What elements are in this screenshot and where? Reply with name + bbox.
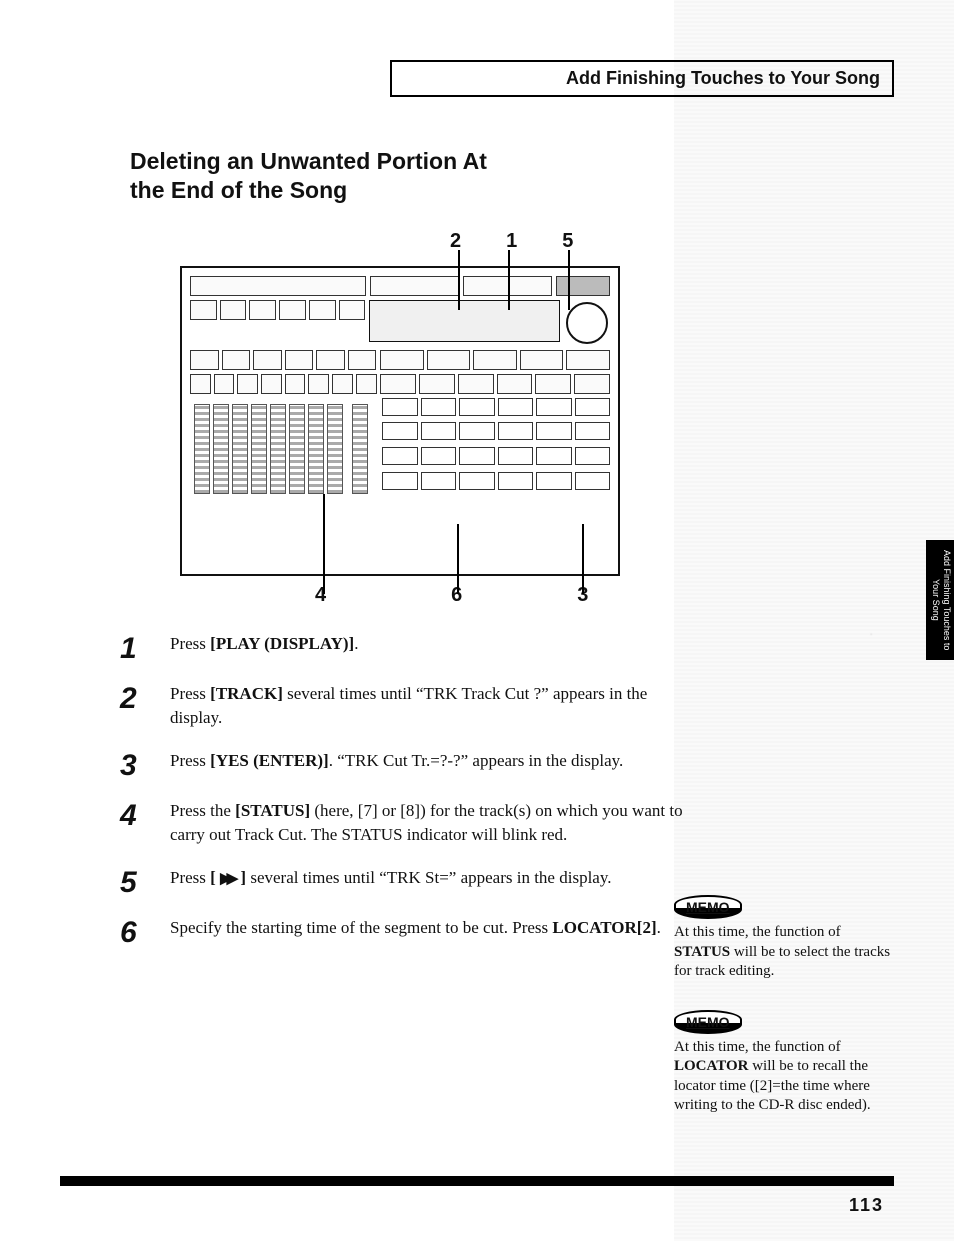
step-number: 1 — [120, 632, 160, 664]
device-screen-icon — [369, 300, 560, 342]
memo-sidebar: MEMO At this time, the function of STATUS… — [674, 895, 894, 1144]
step-text: Press the — [170, 801, 235, 820]
step-body: Press [ ▶▶ ] several times until “TRK St… — [160, 866, 690, 891]
memo-text: At this time, the function of LOCATOR wi… — [674, 1038, 894, 1116]
step-number: 2 — [120, 682, 160, 714]
memo-text-part: LOCATOR — [674, 1058, 748, 1074]
step-body: Press [PLAY (DISPLAY)]. — [160, 632, 690, 657]
step-text: Specify the starting time of the segment… — [170, 918, 552, 937]
step: 4Press the [STATUS] (here, [7] or [8]) f… — [120, 799, 690, 848]
step-body: Press [YES (ENTER)]. “TRK Cut Tr.=?-?” a… — [160, 749, 690, 774]
device-diagram: 2 1 5 — [180, 230, 620, 612]
step: 5Press [ ▶▶ ] several times until “TRK S… — [120, 866, 690, 898]
steps-list: 1Press [PLAY (DISPLAY)].2Press [TRACK] s… — [120, 632, 690, 949]
step-text: Press — [170, 684, 210, 703]
step-number: 6 — [120, 916, 160, 948]
jog-wheel-icon — [566, 302, 608, 344]
fader-bank-icon — [190, 404, 372, 494]
memo-text-part: At this time, the function of — [674, 1039, 841, 1055]
callout-lead-1 — [508, 250, 510, 310]
memo-text: At this time, the function of STATUS wil… — [674, 923, 894, 982]
step: 6 Specify the starting time of the segmen… — [120, 916, 690, 948]
step-text: . — [354, 634, 358, 653]
step-number: 5 — [120, 866, 160, 898]
step-text: [YES (ENTER)] — [210, 751, 329, 770]
callout-lead-5 — [568, 250, 570, 310]
step-text: . — [657, 918, 661, 937]
callout-row-top: 2 1 5 — [180, 230, 620, 266]
step-text: Press — [170, 634, 210, 653]
step-text: several times until “TRK St=” appears in… — [246, 868, 611, 887]
step-text: ] — [236, 868, 246, 887]
step-text: [ — [210, 868, 220, 887]
step-number: 3 — [120, 749, 160, 781]
memo: MEMO At this time, the function of STATUS… — [674, 895, 894, 982]
device-panel-illustration — [180, 266, 620, 576]
chapter-header-box: Add Finishing Touches to Your Song — [390, 60, 894, 97]
page-number: 113 — [849, 1195, 884, 1216]
step-body: Specify the starting time of the segment… — [160, 916, 690, 941]
section-title: Deleting an Unwanted Portion At the End … — [130, 147, 490, 205]
step: 2Press [TRACK] several times until “TRK … — [120, 682, 690, 731]
edge-chapter-tab: Add Finishing Touches to Your Song — [926, 540, 954, 660]
ghost-text: · — [869, 625, 874, 641]
step-text: . “TRK Cut Tr.=?-?” appears in the displ… — [329, 751, 624, 770]
step-text: [STATUS] — [235, 801, 310, 820]
callout-lead-6 — [457, 524, 459, 594]
memo-text-part: STATUS — [674, 944, 730, 960]
callout-lead-3 — [582, 524, 584, 594]
step-text: Press — [170, 868, 210, 887]
memo-badge-icon: MEMO — [674, 895, 742, 919]
step-text: [TRACK] — [210, 684, 283, 703]
step-text: LOCATOR[2] — [552, 918, 656, 937]
memo-badge-icon: MEMO — [674, 1010, 742, 1034]
callout-lead-4 — [323, 494, 325, 594]
fast-forward-icon: ▶▶ — [220, 869, 236, 891]
step-number: 4 — [120, 799, 160, 831]
page: Add Finishing Touches to Your Song Delet… — [0, 0, 954, 1241]
step-text: Press — [170, 751, 210, 770]
transport-grid-icon — [382, 398, 610, 494]
memo: MEMO At this time, the function of LOCATO… — [674, 1010, 894, 1116]
callout-row-bottom: 4 6 3 — [180, 576, 620, 612]
step-body: Press [TRACK] several times until “TRK T… — [160, 682, 690, 731]
footer-rule — [60, 1176, 894, 1186]
step-text: [PLAY (DISPLAY)] — [210, 634, 354, 653]
step-body: Press the [STATUS] (here, [7] or [8]) fo… — [160, 799, 690, 848]
callout-lead-2 — [458, 250, 460, 310]
step: 1Press [PLAY (DISPLAY)]. — [120, 632, 690, 664]
step: 3Press [YES (ENTER)]. “TRK Cut Tr.=?-?” … — [120, 749, 690, 781]
memo-text-part: At this time, the function of — [674, 924, 841, 940]
